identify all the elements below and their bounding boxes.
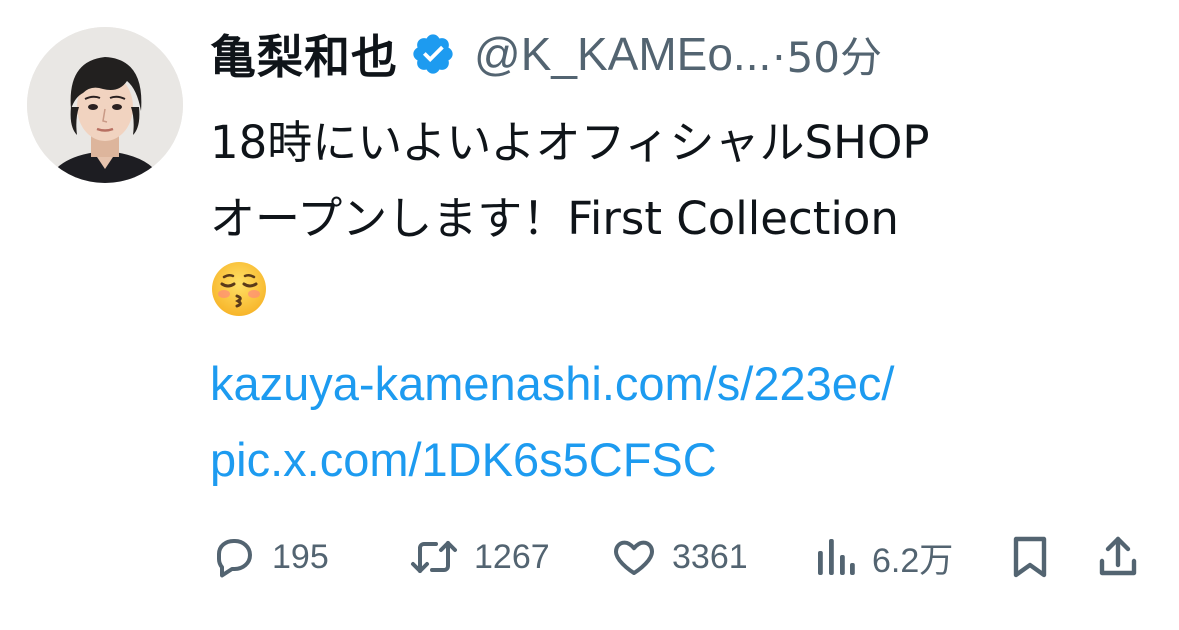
kissing-face-emoji-icon [210, 260, 268, 318]
display-name[interactable]: 亀梨和也 [210, 21, 398, 87]
view-count: 6.2万 [872, 541, 954, 580]
share-icon [1099, 536, 1137, 576]
like-button[interactable]: 3361 [610, 527, 748, 587]
action-bar: 195 1267 3361 6.2万 [210, 527, 1150, 587]
bookmark-icon [1013, 536, 1047, 578]
repost-icon [411, 541, 457, 573]
avatar[interactable] [27, 27, 183, 183]
repost-button[interactable]: 1267 [408, 527, 550, 587]
tweet-text-line: 18時にいよいよオフィシャルSHOP [210, 116, 930, 169]
handle[interactable]: @K_KAMEo... [474, 27, 771, 81]
reply-button[interactable]: 195 [210, 527, 329, 587]
tweet-links: kazuya-kamenashi.com/s/223ec/ pic.x.com/… [210, 346, 894, 498]
tweet-text: 18時にいよいよオフィシャルSHOP オープンします！First Collect… [210, 105, 1170, 333]
like-count: 3361 [672, 537, 748, 576]
reply-icon [217, 539, 252, 578]
views-button[interactable]: 6.2万 [814, 527, 953, 587]
repost-count: 1267 [474, 537, 550, 576]
reply-count: 195 [272, 537, 329, 576]
tweet-header: 亀梨和也 @K_KAMEo... · 50分 [210, 22, 882, 86]
views-chart-icon [818, 539, 855, 575]
bookmark-button[interactable] [1008, 527, 1052, 587]
media-link[interactable]: pic.x.com/1DK6s5CFSC [210, 422, 894, 498]
profile-photo-icon [27, 27, 183, 183]
shop-link[interactable]: kazuya-kamenashi.com/s/223ec/ [210, 346, 894, 422]
verified-badge-icon [410, 31, 456, 77]
timestamp[interactable]: 50分 [787, 24, 882, 85]
heart-icon [614, 540, 654, 575]
tweet-text-line: オープンします！First Collection [210, 192, 899, 245]
share-button[interactable] [1096, 527, 1140, 587]
separator-dot: · [771, 28, 787, 80]
tweet-emoji-line [210, 257, 1170, 333]
